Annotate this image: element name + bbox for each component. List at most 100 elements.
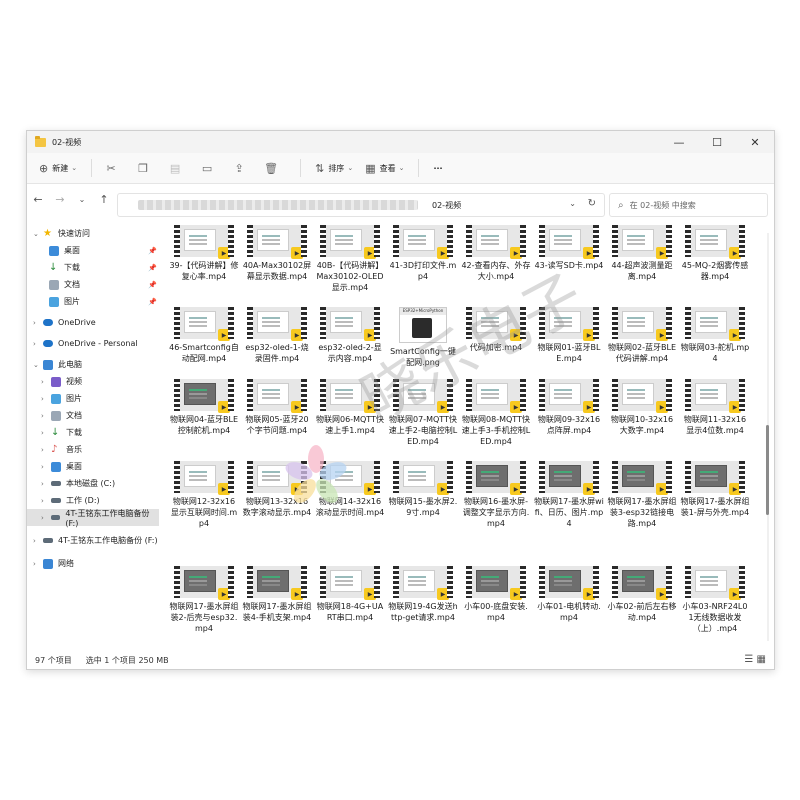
- sidebar-item-pictures[interactable]: 图片 📌: [27, 293, 159, 310]
- file-item[interactable]: ▶ 物联网02-蓝牙BLE代码讲解.mp4: [607, 307, 677, 364]
- sidebar-item-drive-f[interactable]: › 4T-王铭东工作电脑备份 (F:): [27, 509, 159, 528]
- pin-icon[interactable]: 📌: [148, 281, 157, 289]
- delete-icon[interactable]: 🗑: [260, 157, 282, 179]
- file-item[interactable]: ▶ 物联网01-蓝牙BLE.mp4: [534, 307, 604, 364]
- file-item[interactable]: ▶ 小车02-前后左右移动.mp4: [607, 566, 677, 623]
- file-item[interactable]: ▶ 物联网04-蓝牙BLE控制舵机.mp4: [169, 379, 239, 436]
- file-item[interactable]: ▶ 物联网13-32x16数字滚动显示.mp4: [242, 461, 312, 518]
- sidebar-item-this-pc[interactable]: ⌄ 此电脑: [27, 356, 159, 373]
- file-item[interactable]: ▶ esp32-oled-1-烧录固件.mp4: [242, 307, 312, 364]
- file-item[interactable]: ▶ 物联网09-32x16点阵屏.mp4: [534, 379, 604, 436]
- sidebar-item-drive-d[interactable]: › 工作 (D:): [27, 492, 159, 509]
- chevron-right-icon[interactable]: ›: [33, 319, 36, 327]
- rename-icon[interactable]: ▭: [196, 157, 218, 179]
- minimize-button[interactable]: —: [660, 131, 698, 153]
- cut-icon[interactable]: ✂: [100, 157, 122, 179]
- file-item[interactable]: ▶ 物联网11-32x16显示4位数.mp4: [680, 379, 750, 436]
- file-item[interactable]: ▶ 物联网17-墨水屏组装4-手机支架.mp4: [242, 566, 312, 623]
- file-item[interactable]: ▶ 物联网19-4G发送http-get请求.mp4: [388, 566, 458, 623]
- sidebar-item-quick-access[interactable]: ⌄ ★ 快速访问: [27, 225, 159, 242]
- file-item[interactable]: ▶ 小车03-NRF24L01无线数据收发（上）.mp4: [680, 566, 750, 634]
- file-item[interactable]: ▶ 40A-Max30102屏幕显示数据.mp4: [242, 225, 312, 282]
- sidebar-item-desktop[interactable]: 桌面 📌: [27, 242, 159, 259]
- chevron-down-icon[interactable]: ⌄: [33, 361, 39, 369]
- chevron-right-icon[interactable]: ›: [41, 378, 44, 386]
- file-item[interactable]: ▶ 44-超声波测量距离.mp4: [607, 225, 677, 282]
- chevron-right-icon[interactable]: ›: [33, 560, 36, 568]
- chevron-right-icon[interactable]: ›: [33, 340, 36, 348]
- file-item[interactable]: ▶ 小车01-电机转动.mp4: [534, 566, 604, 623]
- sidebar-item-drive-c[interactable]: › 本地磁盘 (C:): [27, 475, 159, 492]
- sidebar-item-videos[interactable]: › 视频: [27, 373, 159, 390]
- file-item[interactable]: ▶ 物联网17-墨水屏组装3-esp32链接电路.mp4: [607, 461, 677, 529]
- chevron-right-icon[interactable]: ›: [41, 480, 44, 488]
- sidebar-item-drive-f-root[interactable]: › 4T-王铭东工作电脑备份 (F:): [27, 532, 159, 549]
- sidebar-item-onedrive-personal[interactable]: › OneDrive - Personal: [27, 335, 159, 352]
- sidebar-item-downloads[interactable]: ↓ 下载 📌: [27, 259, 159, 276]
- sidebar-item-network[interactable]: › 网络: [27, 555, 159, 572]
- file-item[interactable]: ▶ 42-查看内存、外存大小.mp4: [461, 225, 531, 282]
- pin-icon[interactable]: 📌: [148, 247, 157, 255]
- file-item[interactable]: ▶ 代码加密.mp4: [461, 307, 531, 353]
- address-bar[interactable]: 02-视频 ⌄ ↻: [117, 193, 605, 217]
- chevron-right-icon[interactable]: ›: [41, 395, 44, 403]
- sidebar-item-desktop-pc[interactable]: › 桌面: [27, 458, 159, 475]
- file-item[interactable]: ▶ 物联网06-MQTT快速上手1.mp4: [315, 379, 385, 436]
- search-box[interactable]: ⌕ 在 02-视频 中搜索: [609, 193, 768, 217]
- scrollbar-thumb[interactable]: [766, 425, 769, 515]
- file-item[interactable]: ▶ 物联网17-墨水屏wifi、日历、图片.mp4: [534, 461, 604, 529]
- share-icon[interactable]: ⇪: [228, 157, 250, 179]
- file-item[interactable]: ▶ 41-3D打印文件.mp4: [388, 225, 458, 282]
- copy-icon[interactable]: ❐: [132, 157, 154, 179]
- sidebar-item-onedrive[interactable]: › OneDrive: [27, 314, 159, 331]
- file-item[interactable]: ▶ 物联网17-墨水屏组装2-后壳与esp32.mp4: [169, 566, 239, 634]
- close-button[interactable]: ✕: [736, 131, 774, 153]
- paste-icon[interactable]: ▤: [164, 157, 186, 179]
- chevron-right-icon[interactable]: ›: [41, 412, 44, 420]
- file-item[interactable]: ▶ 物联网18-4G+UART串口.mp4: [315, 566, 385, 623]
- file-item[interactable]: ▶ esp32-oled-2-显示内容.mp4: [315, 307, 385, 364]
- file-item[interactable]: ▶ 39-【代码讲解】修复心率.mp4: [169, 225, 239, 282]
- file-item[interactable]: ▶ 小车00-底盘安装.mp4: [461, 566, 531, 623]
- refresh-icon[interactable]: ↻: [588, 198, 596, 209]
- file-item[interactable]: ▶ 物联网05-蓝牙20个字节问题.mp4: [242, 379, 312, 436]
- more-options-button[interactable]: ···: [427, 157, 448, 179]
- breadcrumb-current[interactable]: 02-视频: [432, 200, 461, 211]
- file-item[interactable]: ▶ 物联网14-32x16滚动显示时间.mp4: [315, 461, 385, 518]
- sidebar-item-documents-pc[interactable]: › 文档: [27, 407, 159, 424]
- file-item[interactable]: ▶ 物联网03-舵机.mp4: [680, 307, 750, 364]
- sidebar-item-music[interactable]: › ♪ 音乐: [27, 441, 159, 458]
- forward-arrow-icon[interactable]: →: [49, 193, 71, 206]
- file-item[interactable]: ▶ 物联网07-MQTT快速上手2-电脑控制LED.mp4: [388, 379, 458, 447]
- file-item[interactable]: ▶ 43-读写SD卡.mp4: [534, 225, 604, 271]
- sidebar-item-downloads-pc[interactable]: › ↓ 下载: [27, 424, 159, 441]
- file-item[interactable]: ▶ 物联网17-墨水屏组装1-屏与外壳.mp4: [680, 461, 750, 518]
- view-button[interactable]: ▦ 查看 ⌄: [359, 157, 410, 179]
- file-item[interactable]: ▶ 物联网10-32x16大数字.mp4: [607, 379, 677, 436]
- file-item[interactable]: ▶ 物联网16-墨水屏-调整文字显示方向.mp4: [461, 461, 531, 529]
- view-toggle-icon[interactable]: ☰ ▦: [744, 654, 766, 665]
- chevron-down-icon[interactable]: ⌄: [33, 230, 39, 238]
- sidebar-item-pictures-pc[interactable]: › 图片: [27, 390, 159, 407]
- file-item[interactable]: ESP32+MicroPython SmartConfig一键配网.png: [388, 307, 458, 368]
- pin-icon[interactable]: 📌: [148, 264, 157, 272]
- back-arrow-icon[interactable]: ←: [27, 193, 49, 206]
- recent-chevron-icon[interactable]: ⌄: [71, 195, 93, 204]
- file-item[interactable]: ▶ 45-MQ-2烟雾传感器.mp4: [680, 225, 750, 282]
- chevron-right-icon[interactable]: ›: [41, 497, 44, 505]
- new-button[interactable]: ⊕ 新建 ⌄: [33, 157, 83, 179]
- maximize-button[interactable]: ☐: [698, 131, 736, 153]
- file-item[interactable]: ▶ 40B-【代码讲解】Max30102-OLED显示.mp4: [315, 225, 385, 293]
- chevron-down-icon[interactable]: ⌄: [569, 199, 576, 208]
- chevron-right-icon[interactable]: ›: [41, 446, 44, 454]
- vertical-scrollbar[interactable]: [765, 225, 771, 649]
- sort-button[interactable]: ⇅ 排序 ⌄: [309, 157, 359, 179]
- chevron-right-icon[interactable]: ›: [41, 429, 44, 437]
- chevron-right-icon[interactable]: ›: [41, 463, 44, 471]
- file-item[interactable]: ▶ 物联网08-MQTT快速上手3-手机控制LED.mp4: [461, 379, 531, 447]
- chevron-right-icon[interactable]: ›: [41, 514, 44, 522]
- file-item[interactable]: ▶ 物联网12-32x16显示互联网时间.mp4: [169, 461, 239, 529]
- chevron-right-icon[interactable]: ›: [33, 537, 36, 545]
- sidebar-item-documents[interactable]: 文档 📌: [27, 276, 159, 293]
- file-item[interactable]: ▶ 物联网15-墨水屏2.9寸.mp4: [388, 461, 458, 518]
